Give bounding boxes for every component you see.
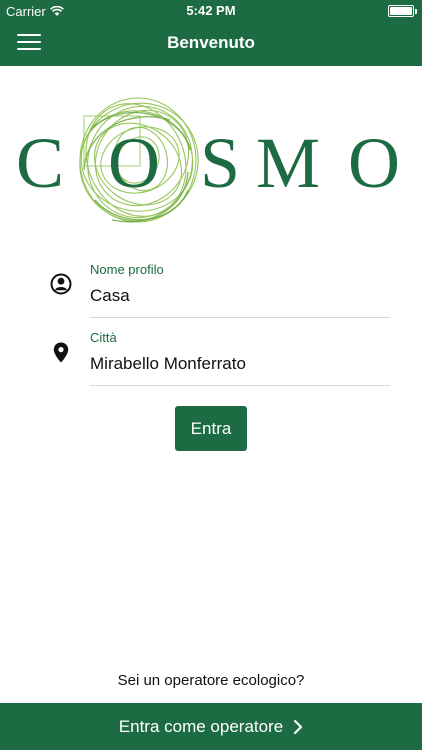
- city-input[interactable]: Mirabello Monferrato: [90, 354, 390, 374]
- page-title: Benvenuto: [167, 33, 255, 52]
- city-underline: [90, 385, 390, 386]
- profile-name-label: Nome profilo: [90, 262, 164, 277]
- operator-login-label: Entra come operatore: [118, 716, 284, 736]
- city-label: Città: [90, 330, 117, 345]
- cosmo-logo: C O S M O: [0, 90, 422, 240]
- location-pin-icon: [53, 342, 69, 363]
- status-bar: Carrier 5:42 PM: [0, 0, 422, 22]
- chevron-right-icon: [294, 719, 303, 734]
- profile-name-field[interactable]: Nome profilo Casa: [90, 262, 390, 318]
- status-time: 5:42 PM: [186, 3, 236, 18]
- logo-wordmark: C O S M O: [16, 123, 400, 203]
- operator-question: Sei un operatore ecologico?: [117, 672, 305, 689]
- city-field[interactable]: Città Mirabello Monferrato: [90, 330, 390, 386]
- app-header: Carrier 5:42 PM Benvenuto: [0, 0, 422, 66]
- profile-name-underline: [90, 317, 390, 318]
- battery-icon: [388, 5, 417, 17]
- enter-button[interactable]: Entra: [175, 406, 247, 451]
- user-icon: [50, 273, 72, 295]
- operator-login-button[interactable]: Entra come operatore: [0, 703, 422, 750]
- profile-name-input[interactable]: Casa: [90, 286, 390, 306]
